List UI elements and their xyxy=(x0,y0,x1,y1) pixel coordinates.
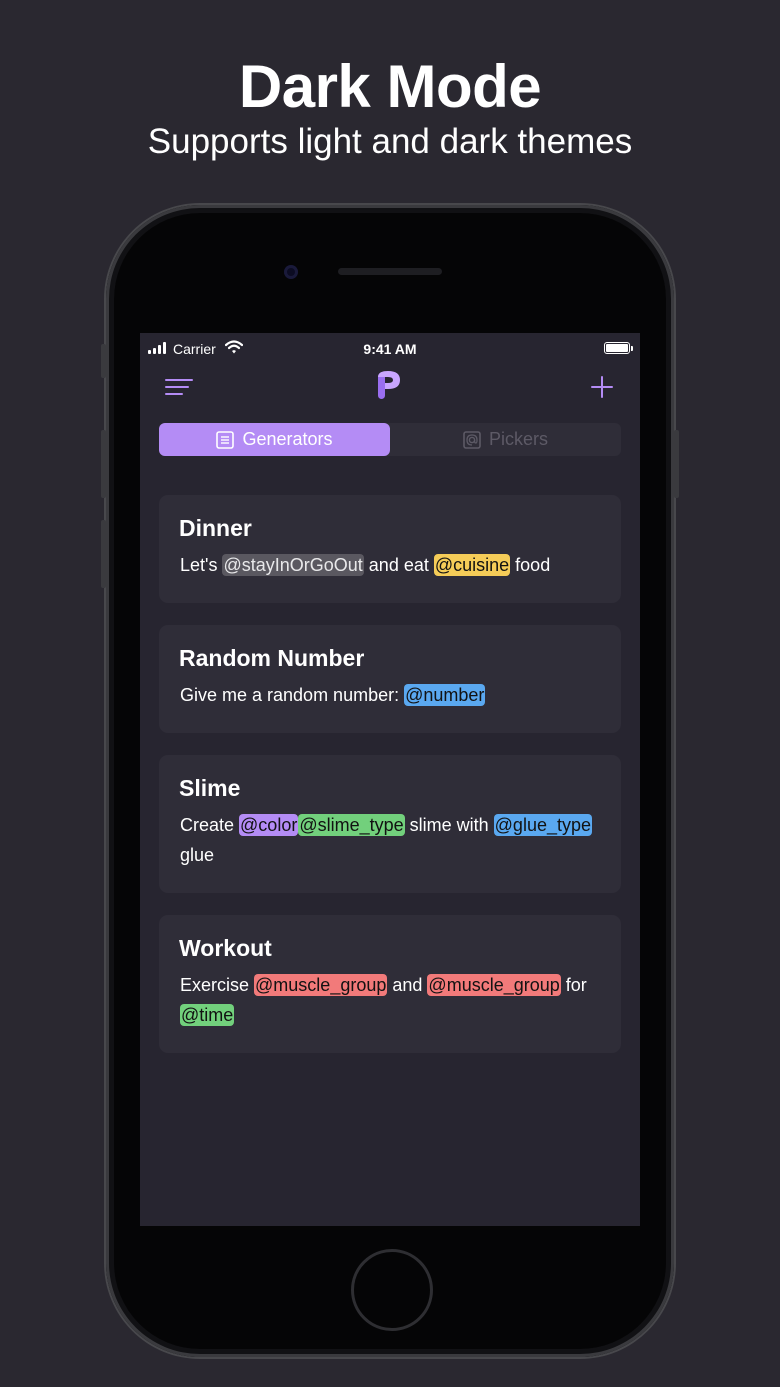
picker-tag: @muscle_group xyxy=(254,974,388,996)
picker-tag: @stayInOrGoOut xyxy=(222,554,364,576)
generator-card-slime[interactable]: Slime Create @color @slime_type slime wit… xyxy=(159,755,621,893)
picker-tag: @color xyxy=(239,814,299,836)
front-camera xyxy=(284,265,298,279)
template-text: food xyxy=(510,555,551,575)
status-bar: Carrier 9:41 AM xyxy=(140,333,640,363)
list-icon xyxy=(216,430,235,449)
picker-tag: @time xyxy=(180,1004,235,1026)
template-text: Give me a random number: xyxy=(180,685,405,705)
phone-power-button xyxy=(674,430,679,498)
battery-icon xyxy=(604,342,630,354)
segmented-control: Generators Pickers xyxy=(159,423,621,456)
picker-tag: @muscle_group xyxy=(427,974,561,996)
template-text: and xyxy=(387,975,428,995)
template-text: and eat xyxy=(363,555,434,575)
card-title: Dinner xyxy=(179,515,252,541)
card-template: Let's @stayInOrGoOut and eat @cuisine fo… xyxy=(180,550,610,580)
phone-volume-down-button xyxy=(101,520,106,588)
phone-mute-switch xyxy=(101,344,106,378)
menu-icon[interactable] xyxy=(165,377,193,397)
plus-icon[interactable] xyxy=(590,375,614,399)
card-template: Give me a random number: @number xyxy=(180,680,610,710)
card-template: Create @color @slime_type slime with @glu… xyxy=(180,810,610,870)
phone-volume-up-button xyxy=(101,430,106,498)
template-text: slime with xyxy=(404,815,494,835)
template-text: Create xyxy=(180,815,240,835)
status-time: 9:41 AM xyxy=(363,341,417,357)
generator-card-dinner[interactable]: Dinner Let's @stayInOrGoOut and eat @cui… xyxy=(159,495,621,603)
card-title: Slime xyxy=(179,775,241,801)
card-title: Workout xyxy=(179,935,272,961)
battery-tip xyxy=(631,346,633,351)
tab-label: Pickers xyxy=(488,429,548,449)
card-template: Exercise @muscle_group and @muscle_group… xyxy=(180,970,610,1030)
tab-generators[interactable]: Generators xyxy=(159,423,390,456)
template-text: Let's xyxy=(180,555,223,575)
template-text: for xyxy=(560,975,587,995)
tab-pickers[interactable]: Pickers xyxy=(390,423,621,456)
home-button[interactable] xyxy=(351,1249,433,1331)
picker-tag: @cuisine xyxy=(433,554,511,576)
picker-tag: @glue_type xyxy=(493,814,592,836)
app-screen: Carrier 9:41 AM Generators Pickers Dinne… xyxy=(140,333,640,1226)
picker-tag: @slime_type xyxy=(298,814,405,836)
picker-tag: @number xyxy=(404,684,486,706)
template-text: glue xyxy=(180,845,215,865)
generator-card-random-number[interactable]: Random Number Give me a random number: @… xyxy=(159,625,621,733)
earpiece-speaker xyxy=(338,268,442,275)
p-logo-icon[interactable] xyxy=(376,369,402,401)
tab-label: Generators xyxy=(242,429,333,449)
generator-card-workout[interactable]: Workout Exercise @muscle_group and @musc… xyxy=(159,915,621,1053)
subheadline: Supports light and dark themes xyxy=(147,122,633,161)
at-icon xyxy=(463,430,481,449)
card-title: Random Number xyxy=(179,645,365,671)
headline: Dark Mode xyxy=(238,53,542,120)
template-text: Exercise xyxy=(180,975,255,995)
